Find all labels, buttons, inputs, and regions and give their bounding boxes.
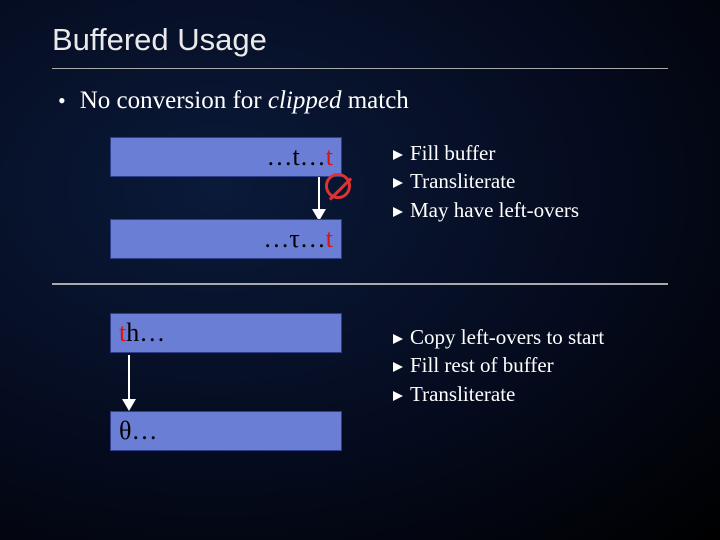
bullet-row: • No conversion for clipped match	[0, 69, 720, 115]
item-text: Fill rest of buffer	[410, 351, 554, 379]
box2-black: …τ…	[263, 224, 325, 254]
section-divider	[52, 283, 668, 285]
chevron-right-icon	[392, 361, 404, 373]
arrow-down-icon	[312, 177, 326, 221]
box3-red: t	[119, 318, 126, 348]
item-text: Transliterate	[410, 167, 515, 195]
right-list-bottom: Copy left-overs to start Fill rest of bu…	[392, 323, 604, 408]
arrow-down-icon	[122, 355, 136, 411]
item-text: Transliterate	[410, 380, 515, 408]
chevron-right-icon	[392, 333, 404, 345]
bullet-dot-icon: •	[58, 90, 66, 112]
bullet-suffix: match	[341, 87, 408, 114]
box1-black: …t…	[267, 142, 326, 172]
list-item: May have left-overs	[392, 196, 579, 224]
item-text: Fill buffer	[410, 139, 495, 167]
prohibit-icon	[325, 173, 351, 199]
box3-black: h…	[126, 318, 165, 348]
bullet-clipped: clipped	[268, 87, 342, 114]
right-list-top: Fill buffer Transliterate May have left-…	[392, 139, 579, 224]
buffer-box-1: …t…t	[110, 137, 342, 177]
list-item: Fill buffer	[392, 139, 579, 167]
chevron-right-icon	[392, 177, 404, 189]
chevron-right-icon	[392, 149, 404, 161]
bullet-prefix: No conversion for	[80, 87, 268, 114]
bullet-text: No conversion for clipped match	[80, 87, 409, 115]
box4-black: θ…	[119, 416, 157, 446]
list-item: Copy left-overs to start	[392, 323, 604, 351]
buffer-box-3: th…	[110, 313, 342, 353]
chevron-right-icon	[392, 206, 404, 218]
buffer-box-2: …τ…t	[110, 219, 342, 259]
item-text: May have left-overs	[410, 196, 579, 224]
list-item: Fill rest of buffer	[392, 351, 604, 379]
box1-red: t	[326, 142, 333, 172]
list-item: Transliterate	[392, 167, 579, 195]
slide-title: Buffered Usage	[52, 22, 720, 58]
box2-red: t	[326, 224, 333, 254]
chevron-right-icon	[392, 390, 404, 402]
list-item: Transliterate	[392, 380, 604, 408]
buffer-box-4: θ…	[110, 411, 342, 451]
item-text: Copy left-overs to start	[410, 323, 604, 351]
